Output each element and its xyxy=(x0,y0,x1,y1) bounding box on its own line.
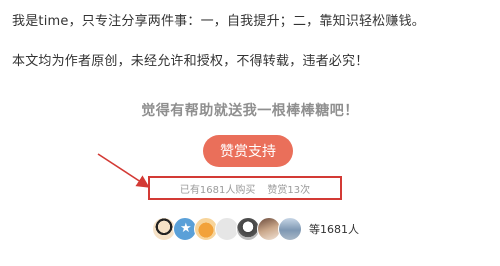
intro-paragraph: 我是time，只专注分享两件事：一，自我提升；二，靠知识轻松赚钱。 xyxy=(12,14,425,29)
purchase-count: 已有1681人购买 xyxy=(179,184,256,196)
supporters-count[interactable]: 等1681人 xyxy=(309,221,359,237)
reward-support-button[interactable]: 赞赏支持 xyxy=(203,135,293,167)
copyright-notice: 本文均为作者原创，未经允许和授权，不得转载，违者必究！ xyxy=(12,54,369,69)
stats-highlight-box: 已有1681人购买 赞赏13次 xyxy=(148,176,342,200)
support-title: 觉得有帮助就送我一根棒棒糖吧！ xyxy=(141,103,359,119)
avatar[interactable] xyxy=(278,217,302,241)
supporter-avatars: 等1681人 xyxy=(152,216,359,242)
reward-count: 赞赏13次 xyxy=(267,184,311,196)
